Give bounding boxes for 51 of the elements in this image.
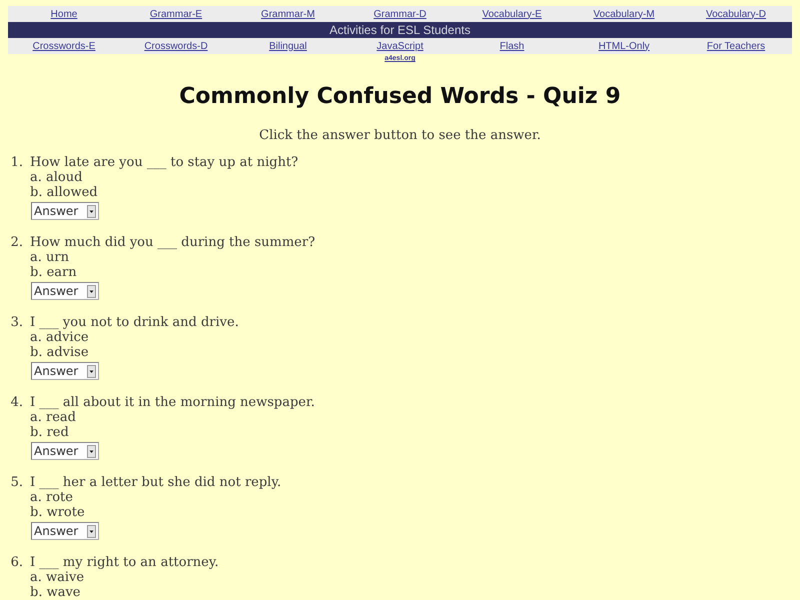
banner-text: Activities for ESL Students [330, 23, 470, 37]
nav-link[interactable]: Grammar-D [374, 8, 426, 20]
question-text: I ___ all about it in the morning newspaper. [30, 395, 315, 410]
question-text: How much did you ___ during the summer? [30, 235, 316, 250]
nav-link[interactable]: JavaScript [376, 40, 424, 52]
caret-icon [87, 364, 96, 378]
instruction-text: Click the answer button to see the answer. [259, 128, 541, 143]
question-number: 6. [10, 555, 24, 570]
nav-link[interactable]: Grammar-M [261, 8, 315, 20]
nav-link[interactable]: Bilingual [269, 40, 307, 52]
answer-dropdown[interactable]: Answer [31, 202, 99, 220]
answer-option: a. advice [30, 330, 89, 345]
nav-link[interactable]: For Teachers [706, 40, 766, 52]
question-number: 3. [10, 315, 24, 330]
nav-link[interactable]: Grammar-E [150, 8, 202, 20]
answer-option: b. earn [30, 265, 77, 280]
answer-dropdown[interactable]: Answer [31, 522, 99, 540]
nav-link[interactable]: Vocabulary-E [482, 8, 542, 20]
answer-option: b. wrote [30, 505, 85, 520]
caret-icon [87, 444, 96, 458]
nav-link[interactable]: Home [50, 8, 78, 20]
answer-dropdown[interactable]: Answer [31, 442, 99, 460]
answer-option: a. rote [30, 490, 73, 505]
question-text: I ___ my right to an attorney. [30, 555, 219, 570]
answer-option: a. waive [30, 570, 84, 585]
nav-link[interactable]: Flash [500, 40, 524, 52]
question-text: I ___ her a letter but she did not reply. [30, 475, 282, 490]
answer-dropdown[interactable]: Answer [31, 282, 99, 300]
answer-option: b. advise [30, 345, 89, 360]
question-number: 1. [10, 155, 24, 170]
nav-link[interactable]: HTML-Only [598, 40, 650, 52]
question-number: 2. [10, 235, 24, 250]
nav-link[interactable]: Crosswords-D [144, 40, 208, 52]
question-number: 4. [10, 395, 24, 410]
question-number: 5. [10, 475, 24, 490]
answer-option: a. read [30, 410, 76, 425]
caret-icon [87, 524, 96, 538]
question-text: I ___ you not to drink and drive. [30, 315, 239, 330]
answer-option: b. red [30, 425, 69, 440]
nav-link[interactable]: Vocabulary-D [706, 8, 766, 20]
answer-dropdown[interactable]: Answer [31, 362, 99, 380]
answer-option: a. urn [30, 250, 69, 265]
question-text: How late are you ___ to stay up at night? [30, 155, 298, 170]
page-title: Commonly Confused Words - Quiz 9 [179, 83, 621, 111]
answer-option: b. wave [30, 585, 81, 600]
nav-link[interactable]: Vocabulary-M [593, 8, 655, 20]
answer-option: a. aloud [30, 170, 82, 185]
nav-link[interactable]: Crosswords-E [32, 40, 96, 52]
caret-icon [87, 284, 96, 298]
caret-icon [87, 204, 96, 218]
answer-option: b. allowed [30, 185, 98, 200]
